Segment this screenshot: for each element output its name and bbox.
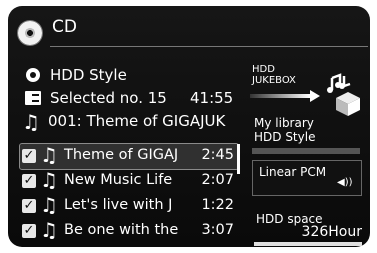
selected-count: Selected no. 15 xyxy=(50,89,167,107)
arrow-right-icon xyxy=(250,94,310,98)
track-time: 3:07 xyxy=(201,222,234,238)
music-note-icon: ♫ xyxy=(40,143,58,167)
track-title: New Music Life xyxy=(64,172,173,188)
selected-total-time: 41:55 xyxy=(190,89,234,107)
track-list: ✓ ♫ Theme of GIGAJ 2:45 ✓ ♫ New Music Li… xyxy=(19,143,242,244)
track-title: Be one with the xyxy=(64,222,179,238)
hdd-style-label: HDD Style xyxy=(50,66,127,84)
header-divider xyxy=(50,46,368,47)
arrow-head-icon xyxy=(310,90,320,102)
status-panel: HDD JUKEBOX My library HDD Style Linear … xyxy=(248,56,368,247)
audio-format-box: Linear PCM ◀)) xyxy=(252,160,362,196)
track-row[interactable]: ✓ ♫ New Music Life 2:07 xyxy=(20,168,238,194)
now-playing-track: 001: Theme of GIGAJUK xyxy=(48,112,226,130)
track-checkbox[interactable]: ✓ xyxy=(22,149,36,163)
selected-list-icon xyxy=(25,91,41,105)
library-label: My library HDD Style xyxy=(254,116,315,144)
track-row[interactable]: ✓ ♫ Theme of GIGAJ 2:45 xyxy=(19,143,239,170)
hdd-space-bar xyxy=(254,242,362,246)
track-time: 1:22 xyxy=(201,197,234,213)
track-title: Let's live with J xyxy=(64,197,173,213)
cd-disc-icon xyxy=(18,21,42,45)
track-list-scrollbar[interactable] xyxy=(237,144,240,174)
track-row[interactable]: ✓ ♫ Be one with the 3:07 xyxy=(20,218,238,244)
jukebox-label-line2: JUKEBOX xyxy=(252,75,296,86)
library-label-line2: HDD Style xyxy=(254,130,316,144)
jukebox-screen: CD HDD Style Selected no. 15 41:55 ♫ 001… xyxy=(8,6,370,247)
track-time: 2:45 xyxy=(201,147,234,163)
header-title: CD xyxy=(52,17,77,37)
track-title: Theme of GIGAJ xyxy=(64,147,179,163)
track-row[interactable]: ✓ ♫ Let's live with J 1:22 xyxy=(20,193,238,219)
hdd-style-icon xyxy=(26,68,40,82)
hdd-space-value: 326Hour xyxy=(301,224,362,240)
library-label-line1: My library xyxy=(254,116,314,130)
track-checkbox[interactable]: ✓ xyxy=(22,224,36,238)
jukebox-box-icon xyxy=(327,73,360,116)
audio-format-label: Linear PCM xyxy=(259,165,327,179)
music-note-icon: ♫ xyxy=(22,110,40,134)
music-note-icon: ♫ xyxy=(40,168,58,192)
library-bar xyxy=(252,148,360,154)
track-checkbox[interactable]: ✓ xyxy=(22,199,36,213)
speaker-icon: ◀)) xyxy=(337,177,353,188)
jukebox-label: HDD JUKEBOX xyxy=(252,64,322,86)
track-time: 2:07 xyxy=(201,172,234,188)
music-note-icon: ♫ xyxy=(40,193,58,217)
music-note-icon: ♫ xyxy=(40,218,58,242)
jukebox-label-line1: HDD xyxy=(252,64,275,75)
track-checkbox[interactable]: ✓ xyxy=(22,174,36,188)
